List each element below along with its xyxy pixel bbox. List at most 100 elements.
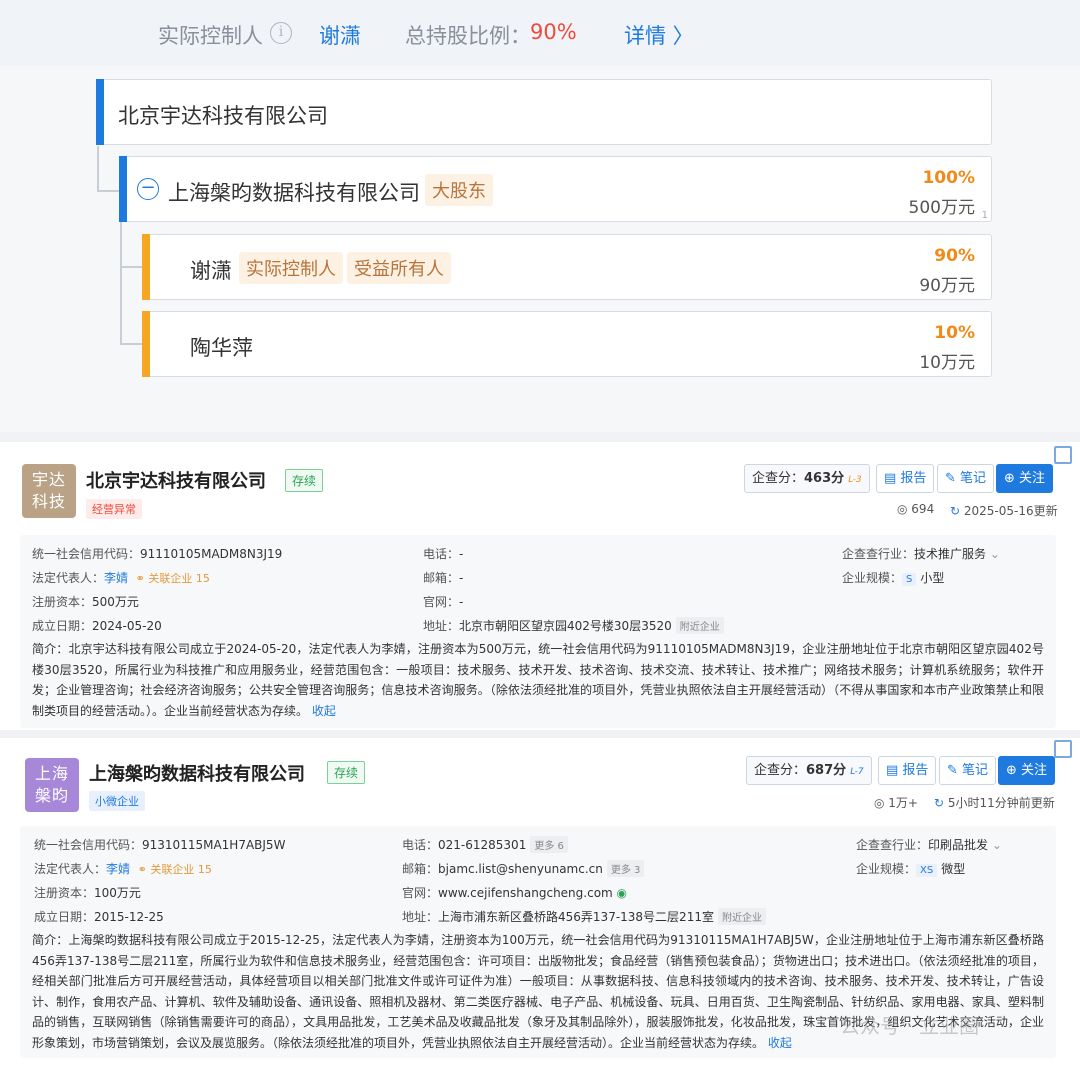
node-accent-bar: [142, 234, 150, 300]
related-companies-link[interactable]: ⚭ 关联企业 15: [136, 572, 210, 585]
views-count: 694: [911, 502, 935, 516]
person-node[interactable]: 陶华萍 10% 10万元: [142, 311, 992, 377]
company-card: 宇达 科技 北京宇达科技有限公司 存续 经营异常 企查分：463分 L-3 ▤ …: [0, 442, 1080, 730]
field-label: 企业规模：: [856, 862, 917, 876]
address-value: 上海市浦东新区叠桥路456弄137-138号二层211室: [438, 910, 714, 924]
related-count: 15: [197, 863, 212, 876]
email-field: 邮箱：bjamc.list@shenyunamc.cn 更多 3: [402, 860, 645, 877]
root-company-name[interactable]: 北京宇达科技有限公司: [118, 100, 328, 130]
field-label: 成立日期：: [32, 619, 93, 633]
scale-field: 企业规模： S 小型: [842, 569, 944, 586]
logo-line: 槃昀: [34, 786, 69, 805]
field-label: 企查查行业：: [842, 547, 915, 561]
address-field: 地址：上海市浦东新区叠桥路456弄137-138号二层211室 附近企业: [402, 908, 766, 925]
collapse-link[interactable]: 收起: [768, 1036, 792, 1050]
legal-rep-link[interactable]: 李婧: [104, 571, 128, 585]
collapse-icon[interactable]: −: [137, 178, 159, 200]
eye-icon: ◎: [874, 796, 889, 810]
qr-code-icon[interactable]: [1054, 446, 1072, 464]
company-intro: 简介：北京宇达科技有限公司成立于2024-05-20，法定代表人为李婧，注册资本…: [32, 639, 1044, 721]
nearby-button[interactable]: 附近企业: [675, 617, 724, 634]
website-link[interactable]: www.cejifenshangcheng.com: [438, 886, 613, 900]
field-label: 官网：: [402, 886, 439, 900]
info-icon[interactable]: i: [270, 22, 292, 44]
refresh-icon: ↻: [934, 796, 948, 810]
phone-field: 电话：021-61285301 更多 6: [402, 836, 568, 853]
controller-name[interactable]: 谢潇: [319, 20, 361, 50]
details-link[interactable]: 详情 〉: [624, 20, 694, 50]
node-accent-bar: [142, 311, 150, 377]
logo-line: 科技: [31, 492, 66, 511]
share-amount: 500万元: [908, 198, 975, 218]
node-accent-bar: [96, 79, 104, 145]
small-business-badge[interactable]: 小微企业: [89, 791, 145, 811]
person-name[interactable]: 陶华萍: [190, 332, 253, 362]
nearby-button[interactable]: 附近企业: [717, 908, 766, 925]
major-shareholder-tag: 大股东: [425, 174, 493, 206]
company-name[interactable]: 上海槃昀数据科技有限公司: [89, 760, 305, 786]
share-percent: 90%: [934, 246, 975, 266]
person-node[interactable]: 谢潇 实际控制人 受益所有人 90% 90万元: [142, 234, 992, 300]
company-name[interactable]: 北京宇达科技有限公司: [86, 467, 266, 493]
credit-code: 91110105MADM8N3J19: [140, 547, 283, 561]
score-button[interactable]: 企查分：463分 L-3: [744, 464, 870, 493]
scale-tag: XS: [916, 864, 938, 877]
website-field: 官网：www.cejifenshangcheng.com ◉: [402, 884, 627, 901]
note-label: 笔记: [960, 471, 987, 486]
tree-connector: [120, 222, 142, 268]
scale-value: 微型: [941, 862, 966, 876]
score-button[interactable]: 企查分：687分 L-7: [746, 756, 872, 785]
field-label: 企业规模：: [842, 571, 903, 585]
person-name[interactable]: 谢潇: [190, 255, 232, 285]
report-button[interactable]: ▤ 报告: [878, 756, 937, 785]
views-count: 1万+: [888, 796, 918, 810]
shareholder-name[interactable]: 上海槃昀数据科技有限公司: [168, 177, 420, 207]
phone-value: 021-61285301: [438, 838, 527, 852]
chevron-down-icon[interactable]: ⌄: [992, 838, 1002, 852]
capital-value: 500万元: [92, 595, 139, 609]
qr-code-icon[interactable]: [1054, 740, 1072, 758]
plus-icon: ⊕: [1004, 471, 1020, 486]
industry-value[interactable]: 印刷品批发: [928, 838, 988, 852]
capital-value: 100万元: [94, 886, 141, 900]
report-icon: ▤: [884, 471, 901, 486]
address-value: 北京市朝阳区望京园402号楼30层3520: [459, 619, 672, 633]
views: ◎ 1万+: [874, 794, 918, 811]
ownership-panel: 实际控制人 i 谢潇 总持股比例： 90% 详情 〉 北京宇达科技有限公司 − …: [0, 0, 1080, 432]
more-emails-button[interactable]: 更多 3: [606, 860, 645, 877]
abnormal-badge[interactable]: 经营异常: [86, 499, 142, 519]
related-companies-link[interactable]: ⚭ 关联企业 15: [138, 863, 212, 876]
plus-icon: ⊕: [1006, 763, 1022, 778]
note-label: 笔记: [962, 763, 989, 778]
follow-button[interactable]: ⊕ 关注: [996, 464, 1054, 493]
follow-button[interactable]: ⊕ 关注: [998, 756, 1056, 785]
pencil-icon: ✎: [947, 763, 963, 778]
ratio-label: 总持股比例：: [405, 24, 531, 48]
update-time[interactable]: ↻ 2025-05-16更新: [950, 502, 1058, 519]
industry-field: 企查查行业：技术推广服务 ⌄: [842, 545, 1000, 562]
company-logo: 上海 槃昀: [25, 758, 79, 812]
tree-connector: [120, 268, 142, 345]
more-phones-button[interactable]: 更多 6: [530, 836, 568, 853]
eye-icon: ◎: [897, 502, 912, 516]
report-button[interactable]: ▤ 报告: [876, 464, 935, 493]
field-label: 法定代表人：: [32, 571, 105, 585]
industry-value[interactable]: 技术推广服务: [914, 547, 986, 561]
updated-text: 5小时11分钟前更新: [947, 796, 1055, 810]
score-value: 687分: [806, 763, 847, 778]
watermark: 公众号 · 立业圈: [840, 1014, 980, 1038]
note-button[interactable]: ✎ 笔记: [939, 756, 997, 785]
beneficiary-tag: 受益所有人: [347, 252, 451, 284]
chevron-down-icon[interactable]: ⌄: [990, 547, 1000, 561]
legal-rep-link[interactable]: 李婧: [106, 862, 130, 876]
verified-icon: ◉: [616, 886, 628, 900]
logo-line: 上海: [34, 764, 69, 783]
shareholder-node[interactable]: − 上海槃昀数据科技有限公司 大股东 100% 500万元 1: [119, 156, 992, 222]
update-time[interactable]: ↻ 5小时11分钟前更新: [934, 794, 1055, 811]
tree-root-node[interactable]: 北京宇达科技有限公司: [96, 79, 992, 145]
share-amount: 90万元: [919, 276, 975, 296]
field-label: 邮箱：: [402, 862, 439, 876]
controller-label: 实际控制人: [158, 24, 263, 48]
collapse-link[interactable]: 收起: [312, 704, 336, 718]
note-button[interactable]: ✎ 笔记: [937, 464, 995, 493]
